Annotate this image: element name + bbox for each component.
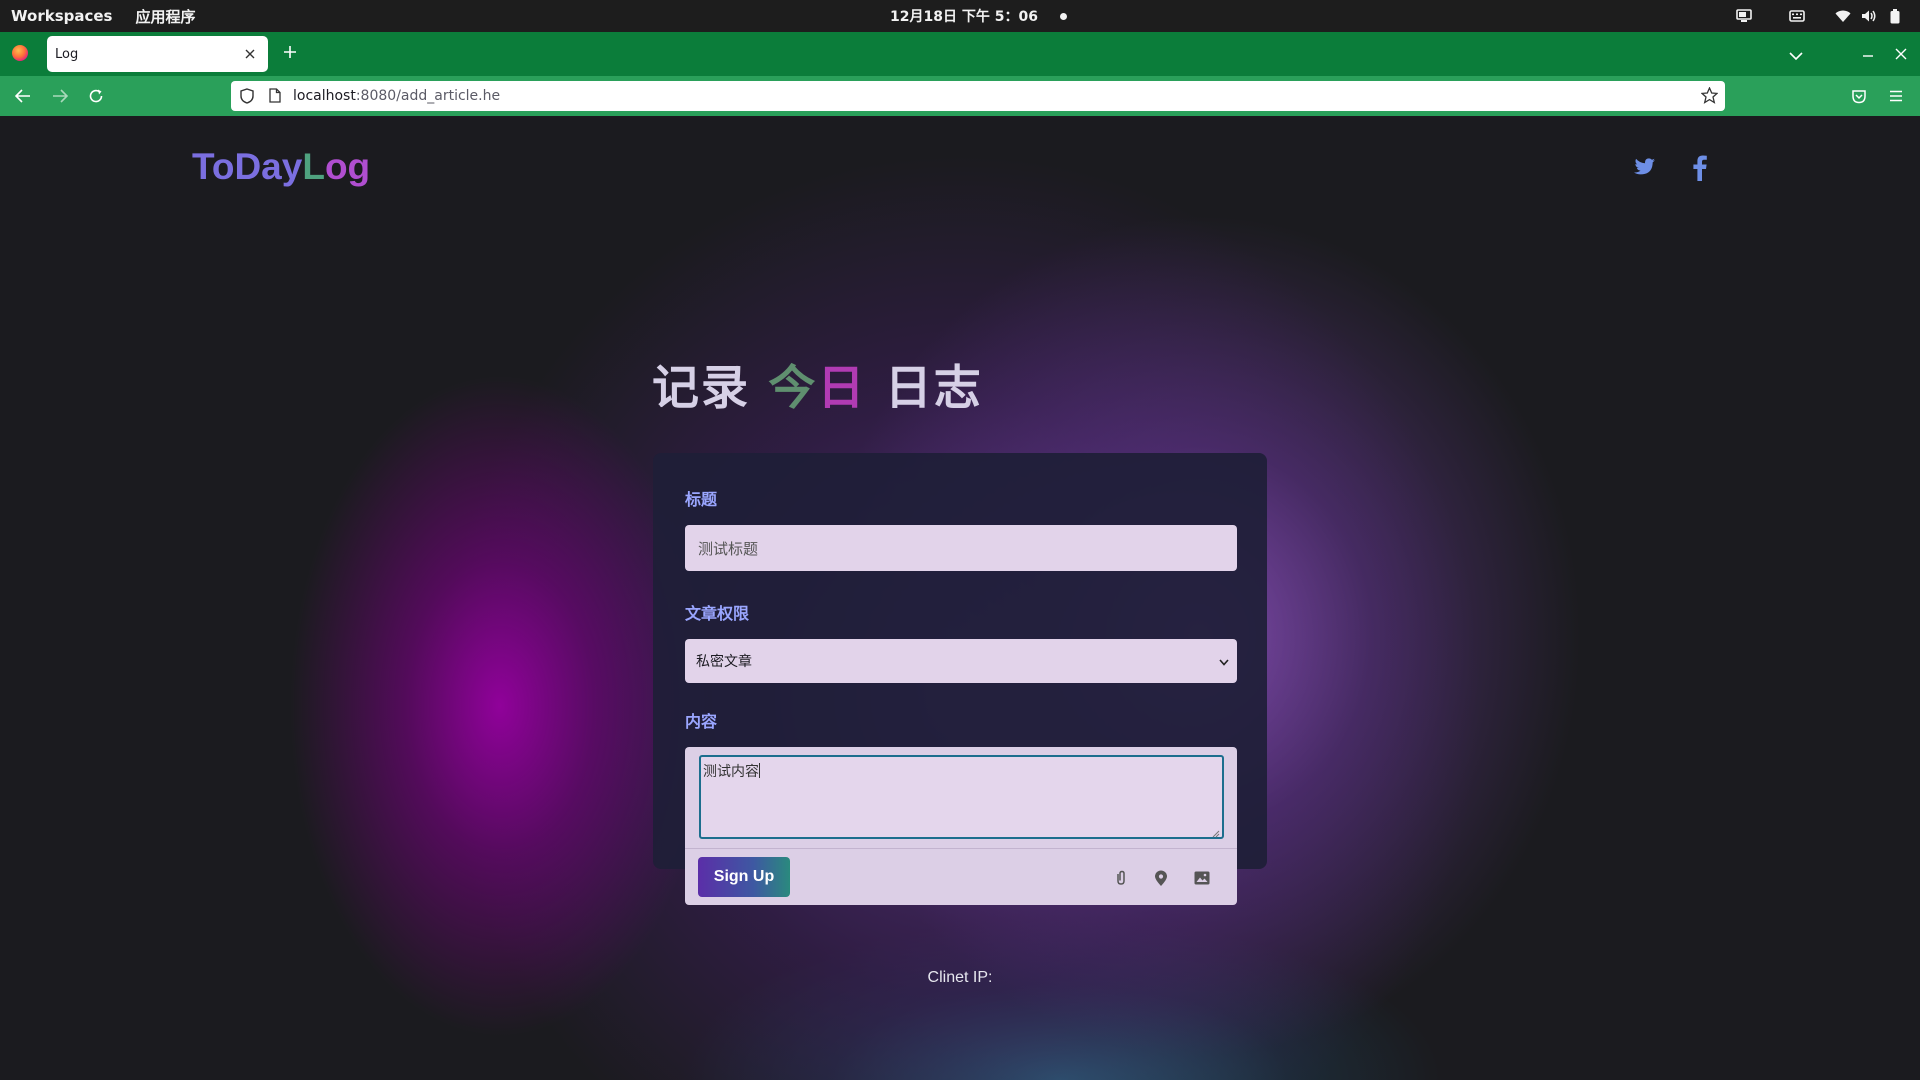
firefox-logo-icon — [12, 45, 28, 61]
logo-part-og: og — [324, 146, 371, 187]
volume-icon[interactable] — [1859, 0, 1879, 32]
heading-highlight-jin: 今 — [768, 361, 818, 416]
logo-part-today: ToDay — [192, 146, 303, 187]
permission-label: 文章权限 — [685, 604, 750, 623]
text-cursor — [759, 763, 760, 778]
image-icon[interactable] — [1191, 867, 1213, 889]
chevron-down-icon — [1219, 654, 1229, 670]
heading-highlight-ri: 日 — [817, 361, 867, 416]
page-content: ToDayLog 记录 今日 日志 标题 测试标题 文章权限 私密文章 内容 测… — [0, 116, 1920, 1080]
applications-menu[interactable]: 应用程序 — [135, 6, 195, 27]
back-arrow-icon[interactable] — [13, 86, 33, 106]
heading-suffix: 日志 — [866, 361, 983, 416]
system-top-bar: Workspaces 应用程序 12月18日 下午 5：06 — [0, 0, 1920, 32]
minimize-window-icon[interactable] — [1862, 46, 1874, 65]
browser-navigation-bar: localhost:8080/add_article.he — [0, 76, 1920, 116]
article-form-card: 标题 测试标题 文章权限 私密文章 内容 测试内容 Sign Up — [653, 453, 1267, 905]
keyboard-icon[interactable] — [1787, 0, 1807, 32]
list-tabs-chevron-icon[interactable] — [1789, 46, 1803, 65]
notification-dot — [1059, 12, 1067, 20]
tab-log[interactable]: Log — [47, 36, 268, 72]
pocket-icon[interactable] — [1849, 86, 1869, 106]
site-logo[interactable]: ToDayLog — [192, 146, 370, 188]
browser-tab-strip: Log — [0, 32, 1920, 76]
screen-share-icon[interactable] — [1734, 0, 1754, 32]
content-text: 测试内容 — [703, 764, 759, 780]
tracking-protection-shield-icon[interactable] — [240, 88, 254, 108]
clock[interactable]: 12月18日 下午 5：06 — [890, 0, 1067, 32]
client-ip-text: Clinet IP: — [927, 969, 993, 986]
twitter-icon[interactable] — [1630, 154, 1658, 182]
submit-button[interactable]: Sign Up — [698, 857, 790, 897]
facebook-icon[interactable] — [1686, 154, 1714, 182]
activities-button[interactable]: Workspaces — [11, 7, 112, 25]
page-heading: 记录 今日 日志 — [652, 349, 983, 418]
content-textarea[interactable]: 测试内容 — [699, 755, 1224, 839]
new-tab-icon[interactable] — [282, 44, 298, 60]
content-label: 内容 — [685, 712, 718, 731]
permission-select[interactable]: 私密文章 — [685, 639, 1237, 683]
close-tab-icon[interactable] — [241, 45, 259, 63]
url-text[interactable]: localhost:8080/add_article.he — [293, 88, 500, 104]
close-window-icon[interactable] — [1895, 45, 1907, 64]
battery-icon[interactable] — [1885, 0, 1905, 32]
hamburger-menu-icon[interactable] — [1886, 86, 1906, 106]
editor-divider — [685, 848, 1237, 849]
bookmark-star-icon[interactable] — [1700, 86, 1719, 108]
page-info-icon[interactable] — [269, 88, 281, 107]
forward-arrow-icon[interactable] — [50, 86, 70, 106]
clock-text: 12月18日 下午 5：06 — [890, 9, 1038, 25]
tab-title: Log — [55, 46, 79, 62]
url-path: :8080/add_article.he — [355, 88, 501, 104]
heading-prefix: 记录 — [652, 361, 769, 416]
permission-selected-value: 私密文章 — [696, 654, 752, 670]
address-bar[interactable]: localhost:8080/add_article.he — [231, 81, 1725, 111]
title-label: 标题 — [685, 490, 718, 509]
content-editor: 测试内容 Sign Up — [685, 747, 1237, 905]
location-icon[interactable] — [1150, 867, 1172, 889]
attach-icon[interactable] — [1110, 867, 1132, 889]
resize-handle-icon[interactable] — [1211, 826, 1220, 838]
title-input[interactable]: 测试标题 — [685, 525, 1237, 571]
url-host: localhost — [293, 88, 356, 104]
reload-icon[interactable] — [86, 86, 106, 106]
wifi-icon[interactable] — [1833, 0, 1853, 32]
logo-part-l: L — [302, 146, 325, 187]
